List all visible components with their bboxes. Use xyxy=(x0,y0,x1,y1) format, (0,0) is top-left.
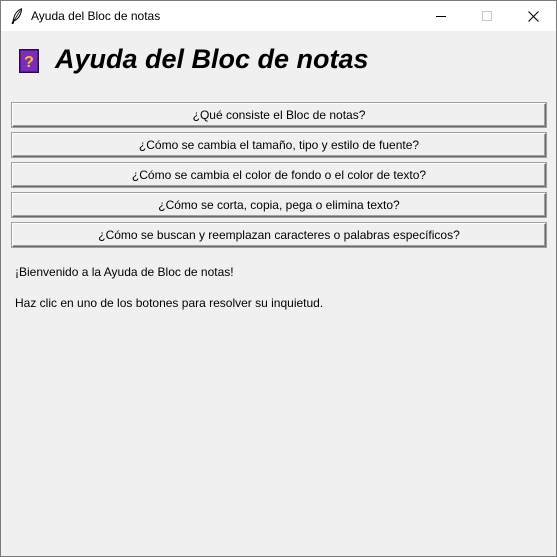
page-title: Ayuda del Bloc de notas xyxy=(55,44,369,74)
question-button-color[interactable]: ¿Cómo se cambia el color de fondo o el c… xyxy=(11,162,547,188)
client-area: ? Ayuda del Bloc de notas ¿Qué consiste … xyxy=(1,31,556,556)
window-title: Ayuda del Bloc de notas xyxy=(31,9,161,23)
question-button-que-es[interactable]: ¿Qué consiste el Bloc de notas? xyxy=(11,102,547,128)
close-icon xyxy=(527,10,539,22)
maximize-button[interactable] xyxy=(464,1,510,31)
minimize-button[interactable] xyxy=(418,1,464,31)
maximize-icon xyxy=(482,11,492,21)
close-button[interactable] xyxy=(510,1,556,31)
feather-icon xyxy=(11,8,23,25)
minimize-icon xyxy=(436,11,446,21)
svg-text:?: ? xyxy=(24,54,34,71)
title-bar[interactable]: Ayuda del Bloc de notas xyxy=(1,1,556,31)
app-window: Ayuda del Bloc de notas ? Ayuda del Bloc… xyxy=(0,0,557,557)
help-book-icon: ? xyxy=(19,49,39,73)
question-button-editar-texto[interactable]: ¿Cómo se corta, copia, pega o elimina te… xyxy=(11,192,547,218)
question-button-fuente[interactable]: ¿Cómo se cambia el tamaño, tipo y estilo… xyxy=(11,132,547,158)
welcome-message: ¡Bienvenido a la Ayuda de Bloc de notas! xyxy=(15,265,234,279)
question-button-buscar-reemplazar[interactable]: ¿Cómo se buscan y reemplazan caracteres … xyxy=(11,222,547,248)
instruction-message: Haz clic en uno de los botones para reso… xyxy=(15,296,324,310)
